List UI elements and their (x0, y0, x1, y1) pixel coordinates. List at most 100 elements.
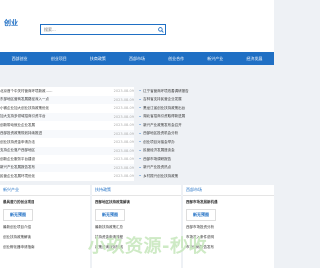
section-link[interactable]: 西部市场投资分析 (186, 225, 214, 230)
nav-item[interactable]: 西部市场 (129, 52, 145, 65)
list-item[interactable]: • 新兴产业投资热点 (139, 164, 269, 173)
list-item[interactable]: 北京首个中关村营商环境新政…… 2023-08-09 (0, 87, 134, 96)
search-input[interactable] (44, 26, 134, 33)
list-item-title[interactable]: 民营经济发展座谈会 (143, 148, 269, 153)
list-item[interactable]: 创业扶持资金申请办法 2023-08-09 (0, 138, 134, 147)
section-title[interactable]: 新兴产业 (0, 185, 90, 196)
list-item[interactable]: 新兴产业发展报告发布 2023-08-09 (0, 163, 134, 172)
list-item-title[interactable]: 新兴产业发展报告发布 (0, 165, 104, 170)
list-item-date: 2023-08-09 (113, 157, 134, 162)
section-headline[interactable]: 最具潜力的创业项目 (3, 200, 35, 205)
list-item-date: 2023-08-09 (113, 165, 134, 170)
bullet-icon: • (139, 114, 142, 119)
search-button[interactable] (156, 25, 165, 34)
section-thumbnail[interactable]: 新无预图 (3, 209, 33, 221)
section-link[interactable]: 最新创业项目介绍 (3, 225, 31, 230)
main-nav: 西部创业 创业项目 扶商政策 西部市场 创业合作 新兴产业 经济发展 (0, 52, 274, 65)
list-item-title[interactable]: 湖北省招商引资取得新进展 (143, 114, 269, 119)
list-item-title[interactable]: 东部地区营商发展路径深入一点 (0, 97, 104, 102)
nav-item[interactable]: 扶商政策 (90, 52, 106, 65)
list-item-title[interactable]: 创业扶持资金申请办法 (0, 140, 104, 145)
bullet-icon: • (139, 123, 142, 128)
list-item-title[interactable]: 吉林省支持民营企业发展 (143, 97, 269, 102)
list-item-date: 2023-08-09 (113, 89, 134, 94)
thumbnail-text: 新无预图 (10, 212, 26, 217)
site-header: 创业 (0, 0, 274, 52)
section-link[interactable]: 创业孵化器申请指南 (3, 245, 35, 250)
section-title[interactable]: 西部市场 (183, 185, 274, 196)
list-item-title[interactable]: 小微企业加大创业扶持政策优化 (0, 106, 104, 111)
bullet-icon: • (139, 140, 142, 145)
list-item-title[interactable]: 创新企业服务平台建设 (0, 157, 104, 162)
bullet-icon: • (139, 157, 142, 162)
list-item[interactable]: • 乡村振兴创业扶持政策 (139, 172, 269, 181)
list-item-title[interactable]: 创业项目对接会举办 (143, 140, 269, 145)
section-link[interactable]: 创业扶持政策解读 (3, 235, 31, 240)
list-item-date: 2023-08-09 (113, 140, 134, 145)
list-item-title[interactable]: 民营企业发展环境优化 (0, 174, 104, 179)
list-item[interactable]: • 民营经济发展座谈会 (139, 147, 269, 156)
list-item-title[interactable]: 西部投资政策规划持续推进 (0, 131, 104, 136)
list-item-date: 2023-08-09 (113, 148, 134, 153)
list-item-title[interactable]: 新兴产业政策发布会召开 (143, 123, 269, 128)
list-item-title[interactable]: 西部地区投资机会分析 (143, 131, 269, 136)
list-item[interactable]: • 创业项目对接会举办 (139, 138, 269, 147)
list-item[interactable]: • 西部地区投资机会分析 (139, 130, 269, 139)
list-item[interactable]: • 西部市场调研报告 (139, 155, 269, 164)
bullet-icon: • (139, 89, 142, 94)
nav-item[interactable]: 经济发展 (246, 52, 262, 65)
list-item[interactable]: • 辽宁省营商环境改善调研报告 (139, 87, 269, 96)
list-item[interactable]: • 湖北省招商引资取得新进展 (139, 113, 269, 122)
list-item-date: 2023-08-09 (113, 123, 134, 128)
watermark-text: 小玖资源-秒收 (88, 236, 207, 257)
list-item-date: 2023-08-09 (113, 174, 134, 179)
news-list-left: 北京首个中关村营商环境新政…… 2023-08-09 东部地区营商发展路径深入一点 2… (0, 87, 134, 181)
bullet-icon: • (139, 106, 142, 111)
list-item-title[interactable]: 黑龙江省创业扶持政策出台 (143, 106, 269, 111)
bullet-icon: • (139, 148, 142, 153)
list-item[interactable]: 小微企业加大创业扶持政策优化 2023-08-09 (0, 104, 134, 113)
search-box (40, 24, 166, 35)
section-link[interactable]: 最新扶持政策汇总 (95, 225, 123, 230)
list-item[interactable]: 创新企业服务平台建设 2023-08-09 (0, 155, 134, 164)
list-item[interactable]: 加大支持多领域招商引资平台 2023-08-09 (0, 112, 134, 121)
section-headline[interactable]: 西部市场发展新机遇 (186, 200, 218, 205)
nav-item[interactable]: 创业项目 (51, 52, 67, 65)
list-item[interactable]: • 新兴产业政策发布会召开 (139, 121, 269, 130)
search-icon (157, 26, 164, 33)
section-headline[interactable]: 西部地区扶持政策解读 (95, 200, 130, 205)
list-item-title[interactable]: 加大支持多领域招商引资平台 (0, 114, 104, 119)
nav-item[interactable]: 新兴产业 (207, 52, 223, 65)
list-item[interactable]: 西部投资政策规划持续推进 2023-08-09 (0, 129, 134, 138)
thumbnail-text: 新无预图 (102, 212, 118, 217)
list-item-title[interactable]: 支持企业落户西部地区 (0, 148, 104, 153)
list-item[interactable]: 支持企业落户西部地区 2023-08-09 (0, 146, 134, 155)
list-item[interactable]: 民营企业发展环境优化 2023-08-09 (0, 172, 134, 181)
section-thumbnail[interactable]: 新无预图 (186, 209, 216, 221)
list-item-date: 2023-08-09 (113, 97, 134, 102)
bullet-icon: • (139, 174, 142, 179)
list-item-title[interactable]: 创新带动就业企业发展 (0, 123, 104, 128)
section-title[interactable]: 扶持政策 (92, 185, 181, 196)
nav-item[interactable]: 西部创业 (12, 52, 28, 65)
bullet-icon: • (139, 97, 142, 102)
thumbnail-text: 新无预图 (193, 212, 209, 217)
list-item-title[interactable]: 北京首个中关村营商环境新政…… (0, 89, 104, 94)
bullet-icon: • (139, 131, 142, 136)
list-item[interactable]: • 黑龙江省创业扶持政策出台 (139, 104, 269, 113)
site-logo[interactable]: 创业 (4, 18, 18, 28)
list-item-date: 2023-08-09 (113, 106, 134, 111)
list-item[interactable]: • 吉林省支持民营企业发展 (139, 96, 269, 105)
section-thumbnail[interactable]: 新无预图 (95, 209, 125, 221)
list-item-title[interactable]: 辽宁省营商环境改善调研报告 (143, 89, 269, 94)
list-item-title[interactable]: 新兴产业投资热点 (143, 165, 269, 170)
list-item-date: 2023-08-09 (113, 114, 134, 119)
list-item[interactable]: 东部地区营商发展路径深入一点 2023-08-09 (0, 95, 134, 104)
list-item-title[interactable]: 西部市场调研报告 (143, 157, 269, 162)
list-item[interactable]: 创新带动就业企业发展 2023-08-09 (0, 121, 134, 130)
news-list-right: • 辽宁省营商环境改善调研报告 • 吉林省支持民营企业发展 • 黑龙江省创业扶持政策出台 •… (139, 87, 269, 181)
list-item-date: 2023-08-09 (113, 131, 134, 136)
bullet-icon: • (139, 165, 142, 170)
list-item-title[interactable]: 乡村振兴创业扶持政策 (143, 174, 269, 179)
nav-item[interactable]: 创业合作 (168, 52, 184, 65)
